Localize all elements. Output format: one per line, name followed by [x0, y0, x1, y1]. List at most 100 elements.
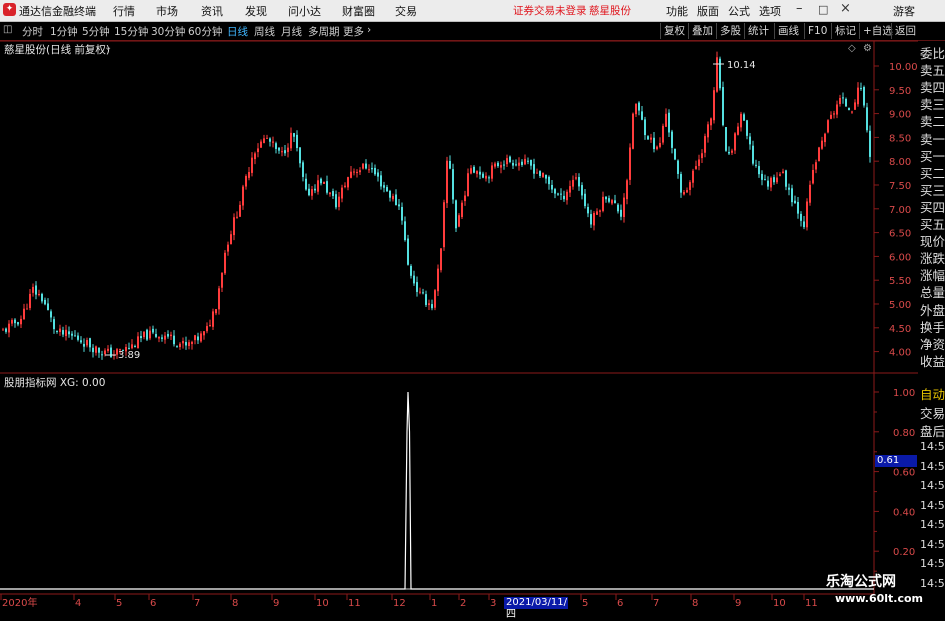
time-tick-label: 3: [490, 598, 496, 609]
candle-body: [629, 147, 631, 180]
candle-body: [446, 160, 448, 204]
candle-body: [287, 147, 289, 153]
candle-body: [509, 156, 511, 163]
candle-body: [38, 293, 40, 295]
candle-body: [698, 159, 700, 166]
candle-body: [182, 340, 184, 344]
candle-body: [98, 347, 100, 353]
time-tick-label: 8: [232, 598, 238, 609]
price-tick-label: 5.00: [889, 300, 911, 311]
candle-body: [83, 343, 85, 347]
time-tick-label: 1: [431, 598, 437, 609]
candle-body: [530, 160, 532, 166]
candle-body: [335, 194, 337, 208]
trade-time: 14:50: [920, 537, 945, 551]
candle-body: [50, 311, 52, 318]
candle-body: [332, 191, 334, 196]
indicator-tick-label: 1.00: [893, 388, 915, 399]
watermark-url: www.60lt.com: [835, 592, 924, 605]
candle-body: [5, 328, 7, 332]
price-tick-label: 10.00: [889, 62, 918, 73]
candle-body: [686, 190, 688, 193]
candle-body: [755, 164, 757, 166]
diamond-icon[interactable]: ◇: [848, 43, 856, 54]
candle-body: [788, 187, 790, 190]
candle-body: [785, 170, 787, 187]
indicator-axis-ticks: 1.00 0.80 0.60 0.40 0.20: [874, 388, 915, 572]
candle-body: [569, 186, 571, 193]
candle-body: [29, 293, 31, 309]
candle-body: [488, 177, 490, 179]
candle-body: [212, 311, 214, 327]
candle-body: [290, 132, 292, 149]
candle-body: [632, 113, 634, 149]
candle-body: [56, 330, 58, 332]
candle-body: [272, 141, 274, 143]
candle-body: [110, 347, 112, 358]
candle-body: [395, 194, 397, 206]
auto-toggle[interactable]: 自动: [920, 384, 945, 403]
candle-body: [560, 193, 562, 195]
candle-body: [134, 346, 136, 348]
candle-body: [152, 328, 154, 333]
candle-body: [95, 346, 97, 353]
candle-body: [782, 171, 784, 174]
candle-body: [521, 161, 523, 165]
time-tick-label: 6: [617, 598, 623, 609]
quote-panel: 委比 卖五 卖四 卖三 卖二 卖一 买一 买二 买三 买四 买五 现价 涨跌 涨幅 总量 外盘 换手 净资 收益 自动…: [918, 41, 945, 609]
candle-body: [131, 344, 133, 349]
candle-body: [800, 213, 802, 221]
indicator-title[interactable]: 股朋指标网 XG: 0.00: [4, 375, 105, 390]
candle-body: [281, 151, 283, 153]
candle-body: [434, 290, 436, 308]
candle-body: [716, 57, 718, 92]
chart-area[interactable]: 10.00 9.50 9.00 8.50 8.00 7.50 7.00 6.50 6.00 5.5…: [0, 0, 945, 609]
candle-body: [566, 191, 568, 201]
candle-body: [437, 268, 439, 292]
time-tick-label: 11: [348, 598, 361, 609]
time-tick-label: 6: [150, 598, 156, 609]
settings-icon[interactable]: ⚙: [863, 43, 872, 54]
candle-body: [185, 342, 187, 346]
candle-body: [641, 111, 643, 120]
candle-body: [344, 185, 346, 187]
candle-body: [563, 195, 565, 200]
candle-body: [14, 319, 16, 324]
main-chart-title[interactable]: 慈星股份(日线 前复权): [4, 42, 110, 57]
candle-body: [77, 335, 79, 340]
candle-body: [830, 114, 832, 119]
candle-body: [854, 102, 856, 110]
watermark-title: 乐淘公式网: [826, 574, 896, 590]
candle-body: [146, 329, 148, 340]
candle-body: [845, 98, 847, 107]
candle-body: [449, 161, 451, 169]
candle-body: [551, 184, 553, 190]
candle-body: [302, 162, 304, 177]
candle-body: [665, 113, 667, 127]
candlestick-series: [2, 51, 871, 360]
trade-time: 14:50: [920, 498, 945, 512]
time-tick-label: 7: [194, 598, 200, 609]
trade-label[interactable]: 交易: [920, 403, 945, 422]
candle-body: [596, 211, 598, 215]
time-tick-label: 8: [692, 598, 698, 609]
candle-body: [197, 336, 199, 341]
candle-body: [647, 136, 649, 140]
candle-body: [410, 265, 412, 276]
title-dropdown-icon[interactable]: ⌄: [104, 42, 112, 53]
after-hours-label[interactable]: 盘后: [920, 421, 945, 440]
candle-body: [86, 340, 88, 346]
candle-body: [158, 336, 160, 339]
candle-body: [653, 137, 655, 150]
candle-body: [464, 195, 466, 202]
candle-body: [188, 342, 190, 347]
candle-body: [455, 200, 457, 229]
candle-body: [263, 138, 265, 143]
candle-body: [221, 272, 223, 288]
candle-body: [389, 190, 391, 198]
candle-body: [491, 165, 493, 179]
trade-time: 14:50: [920, 576, 945, 590]
candle-body: [728, 151, 730, 154]
candle-body: [599, 210, 601, 212]
candle-body: [365, 163, 367, 169]
